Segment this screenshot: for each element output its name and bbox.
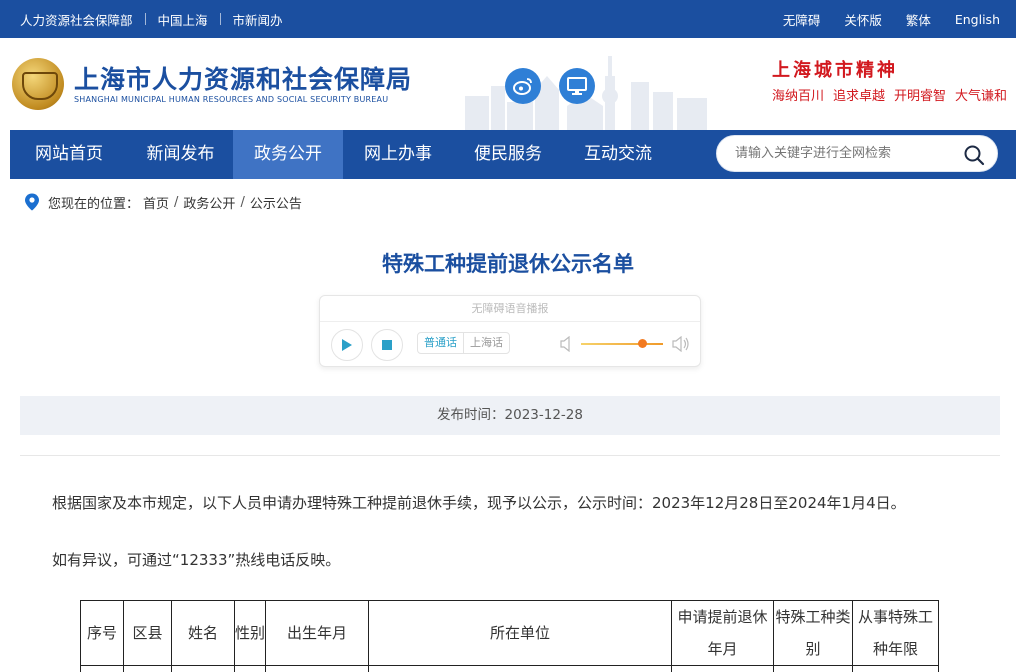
nav-item-news[interactable]: 新闻发布 (128, 130, 233, 179)
nav-item-online-services[interactable]: 网上办事 (343, 130, 453, 179)
publish-date: 发布时间：2023-12-28 (20, 396, 1000, 435)
location-pin-icon (25, 193, 39, 211)
site-header: 上海市人力资源和社会保障局 SHANGHAI MUNICIPAL HUMAN R… (0, 38, 1016, 130)
traditional-chinese-link[interactable]: 繁体 (906, 10, 931, 29)
col-header-district: 区县 (123, 600, 172, 666)
nav-item-government-affairs[interactable]: 政务公开 (233, 130, 343, 179)
language-shanghainese[interactable]: 上海话 (464, 333, 509, 353)
site-title[interactable]: 上海市人力资源和社会保障局 (74, 60, 412, 96)
play-button[interactable] (331, 329, 363, 361)
weibo-icon (513, 78, 532, 95)
table-cell (123, 665, 172, 672)
breadcrumb-separator: / (174, 194, 179, 210)
spirit-word: 开明睿智 (894, 89, 947, 104)
table-cell (171, 665, 235, 672)
breadcrumb-home[interactable]: 首页 (143, 193, 169, 212)
language-mandarin[interactable]: 普通话 (418, 333, 464, 353)
article-paragraph: 根据国家及本市规定，以下人员申请办理特殊工种提前退休手续，现予以公示，公示时间：… (52, 494, 906, 512)
voice-player: 无障碍语音播报 普通话 上海话 (319, 295, 701, 367)
city-spirit-words: 海纳百川 追求卓越 开明睿智 大气谦和 (772, 85, 1016, 104)
top-link-china-shanghai[interactable]: 中国上海 (152, 10, 214, 29)
weibo-button[interactable] (505, 68, 541, 104)
care-mode-link[interactable]: 关怀版 (844, 10, 882, 29)
col-header-name: 姓名 (171, 600, 235, 666)
site-subtitle: SHANGHAI MUNICIPAL HUMAN RESOURCES AND S… (74, 95, 389, 104)
retirement-list-table: 序号 区县 姓名 性别 出生年月 所在单位 申请提前退休年月 特殊工种类别 从事… (80, 600, 939, 672)
col-header-job-category: 特殊工种类别 (773, 600, 853, 666)
col-header-gender: 性别 (234, 600, 266, 666)
player-divider (320, 321, 700, 322)
play-icon (342, 339, 352, 351)
article-paragraph: 如有异议，可通过“12333”热线电话反映。 (52, 551, 341, 569)
table-row (80, 665, 939, 672)
desktop-version-button[interactable] (559, 68, 595, 104)
main-nav: 网站首页 新闻发布 政务公开 网上办事 便民服务 互动交流 (10, 130, 1016, 179)
col-header-retirement-date: 申请提前退休年月 (671, 600, 774, 666)
table-cell (368, 665, 672, 672)
search-input[interactable] (735, 136, 960, 171)
col-header-years: 从事特殊工种年限 (852, 600, 939, 666)
top-bar: 人力资源社会保障部 中国上海 市新闻办 无障碍 关怀版 繁体 English (0, 0, 1016, 38)
col-header-employer: 所在单位 (368, 600, 672, 666)
table-cell (773, 665, 853, 672)
bureau-emblem-icon[interactable] (12, 58, 64, 110)
breadcrumb-separator: / (240, 194, 245, 210)
breadcrumb-label: 您现在的位置： (48, 196, 140, 212)
city-spirit-title: 上海城市精神 (772, 60, 898, 81)
nav-item-public-services[interactable]: 便民服务 (453, 130, 563, 179)
stop-icon (382, 340, 392, 350)
spirit-word: 大气谦和 (955, 89, 1008, 104)
table-cell (80, 665, 124, 672)
top-tools: 无障碍 关怀版 繁体 English (759, 0, 1000, 38)
spirit-word: 追求卓越 (833, 89, 886, 104)
volume-slider-handle[interactable] (638, 339, 647, 348)
accessibility-link[interactable]: 无障碍 (783, 10, 821, 29)
nav-item-interaction[interactable]: 互动交流 (563, 130, 673, 179)
top-links: 人力资源社会保障部 中国上海 市新闻办 (14, 0, 289, 38)
top-link-divider (219, 13, 221, 25)
top-link-news-office[interactable]: 市新闻办 (227, 10, 289, 29)
player-caption: 无障碍语音播报 (471, 302, 549, 315)
monitor-icon (567, 77, 587, 95)
volume-low-icon[interactable] (560, 336, 574, 352)
breadcrumb: 您现在的位置： 首页 / 政务公开 / 公示公告 (24, 192, 306, 212)
nav-item-home[interactable]: 网站首页 (10, 130, 128, 179)
table-cell (265, 665, 369, 672)
language-switch: 普通话 上海话 (417, 332, 510, 354)
content-divider (20, 455, 1000, 456)
volume-high-icon[interactable] (672, 336, 690, 352)
site-search (716, 135, 998, 172)
col-header-birth-date: 出生年月 (265, 600, 369, 666)
top-link-mohrss[interactable]: 人力资源社会保障部 (14, 10, 139, 29)
spirit-word: 海纳百川 (772, 89, 825, 104)
table-cell (671, 665, 774, 672)
search-icon[interactable] (963, 144, 985, 166)
breadcrumb-announcements[interactable]: 公示公告 (250, 193, 302, 212)
volume-slider-track[interactable] (581, 343, 663, 345)
table-header-row: 序号 区县 姓名 性别 出生年月 所在单位 申请提前退休年月 特殊工种类别 从事… (80, 600, 939, 666)
stop-button[interactable] (371, 329, 403, 361)
col-header-index: 序号 (80, 600, 124, 666)
article-title: 特殊工种提前退休公示名单 (382, 252, 634, 276)
table-cell (852, 665, 939, 672)
breadcrumb-government-affairs[interactable]: 政务公开 (183, 193, 235, 212)
top-link-divider (144, 13, 146, 25)
english-link[interactable]: English (955, 12, 1000, 27)
table-cell (234, 665, 266, 672)
